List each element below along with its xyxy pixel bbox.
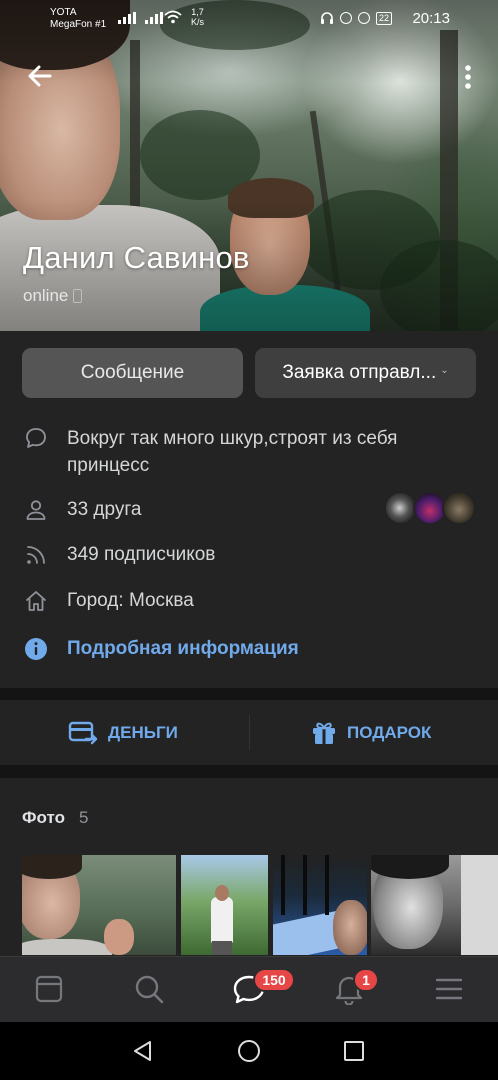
headphones-icon — [321, 12, 333, 24]
photo-thumbnail[interactable] — [273, 855, 367, 955]
tab-search[interactable] — [131, 971, 167, 1007]
tab-menu[interactable] — [431, 971, 467, 1007]
user-icon — [26, 500, 46, 520]
friend-request-label: Заявка отправл... — [282, 362, 437, 383]
send-money-button[interactable]: ДЕНЬГИ — [68, 700, 178, 765]
hamburger-menu-icon — [435, 978, 463, 1000]
carrier-2: MegaFon #1 — [50, 19, 107, 30]
profile-info-card: Сообщение Заявка отправл... ⌄ Вокруг так… — [0, 331, 498, 688]
online-status-text: online — [23, 286, 69, 305]
nav-recent-apps-icon[interactable] — [342, 1039, 366, 1063]
rss-icon — [27, 546, 45, 564]
notifications-badge: 1 — [353, 968, 379, 992]
chevron-down-icon: ⌄ — [440, 364, 449, 376]
online-status: online — [23, 286, 83, 306]
friends-avatars[interactable] — [384, 491, 476, 525]
photos-count: 5 — [79, 808, 89, 827]
status-text: Вокруг так много шкур,строят из себя при… — [67, 428, 398, 476]
do-not-disturb-icon — [340, 12, 352, 24]
info-icon — [25, 638, 47, 660]
friends-count: 33 друга — [67, 499, 142, 520]
system-status-bar: YOTA MegaFon #1 1,7 K/s 22 20:13 — [0, 0, 498, 40]
system-navigation-bar — [0, 1022, 498, 1080]
search-icon — [135, 975, 164, 1004]
profile-cover-photo[interactable] — [0, 0, 498, 331]
mobile-phone-icon — [73, 289, 83, 303]
profile-name: Данил Савинов — [23, 240, 250, 275]
send-money-label: ДЕНЬГИ — [108, 722, 178, 742]
nav-back-icon[interactable] — [131, 1039, 155, 1063]
network-speed: 1,7 K/s — [191, 7, 205, 27]
home-icon — [26, 591, 46, 611]
alarm-icon — [358, 12, 370, 24]
friend-request-button[interactable]: Заявка отправл... ⌄ — [255, 348, 476, 398]
money-transfer-icon — [68, 721, 98, 744]
message-button[interactable]: Сообщение — [22, 348, 243, 398]
wifi-icon — [164, 10, 182, 24]
city-text: Город: Москва — [67, 590, 194, 611]
nav-home-icon[interactable] — [237, 1039, 261, 1063]
bottom-tab-bar — [0, 956, 498, 1022]
more-options-icon[interactable] — [458, 62, 478, 92]
tab-feed[interactable] — [31, 971, 67, 1007]
battery-icon: 22 — [376, 11, 393, 25]
status-icons: 22 — [320, 11, 393, 25]
photo-thumbnail[interactable] — [371, 855, 498, 955]
send-gift-button[interactable]: ПОДАРОК — [311, 700, 431, 765]
gift-icon — [313, 722, 335, 744]
carrier-1: YOTA — [50, 7, 77, 18]
newsfeed-icon — [35, 975, 63, 1003]
messages-badge: 150 — [253, 968, 295, 992]
carrier-names: YOTA MegaFon #1 — [50, 7, 106, 31]
photo-thumbnail[interactable] — [181, 855, 268, 955]
send-gift-label: ПОДАРОК — [347, 722, 432, 742]
subscribers-count: 349 подписчиков — [67, 544, 216, 565]
signal-icon-2 — [145, 12, 163, 24]
actions-bar: ДЕНЬГИ ПОДАРОК — [0, 700, 498, 765]
detailed-info-label: Подробная информация — [67, 638, 299, 659]
photos-title[interactable]: Фото — [22, 808, 65, 828]
signal-icon — [118, 12, 136, 24]
back-arrow-icon[interactable] — [24, 60, 56, 92]
photo-thumbnail[interactable] — [22, 855, 176, 955]
divider — [249, 715, 250, 750]
avatar — [442, 491, 476, 525]
clock: 20:13 — [412, 10, 450, 27]
speech-bubble-icon — [26, 428, 46, 448]
photos-section: Фото 5 — [0, 778, 498, 958]
